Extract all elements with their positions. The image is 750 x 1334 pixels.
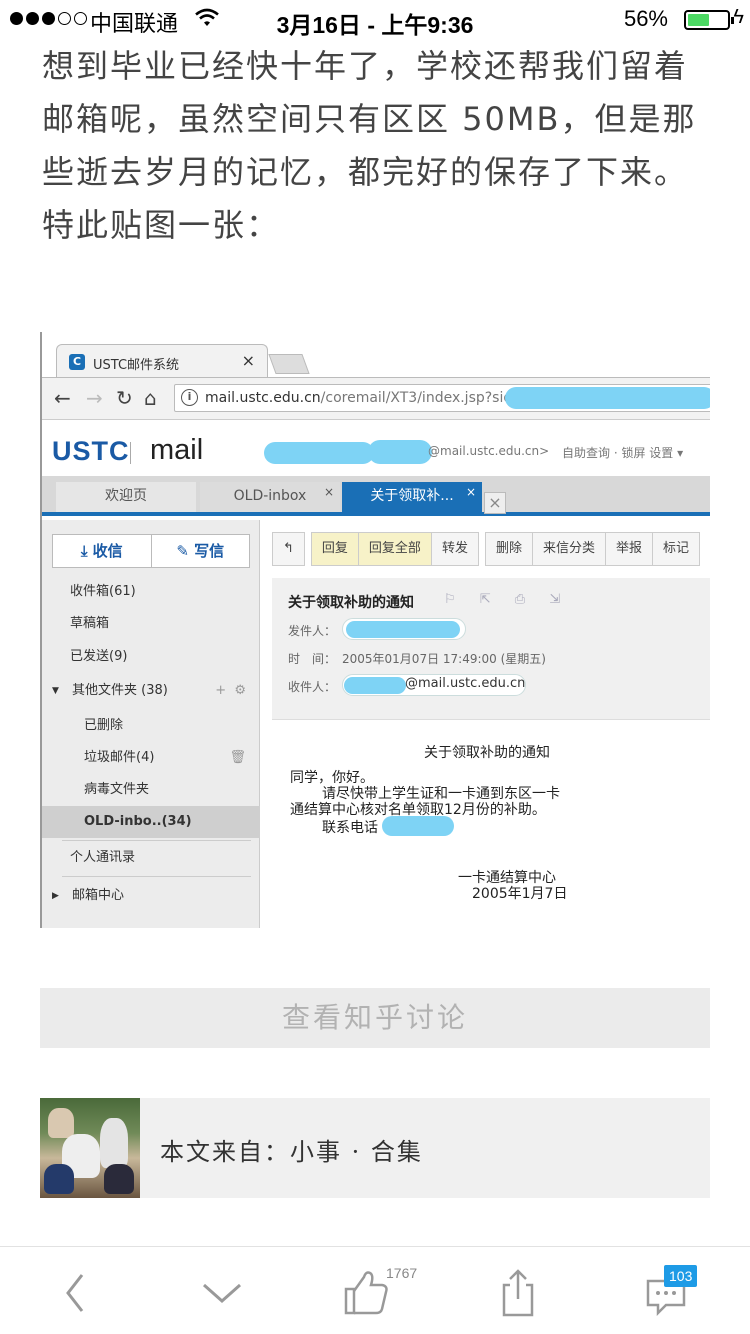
back-arrow-icon: ← xyxy=(54,386,71,410)
mail-header: USTC mail @mail.ustc.edu.cn> 自助查询 · 锁屏 设… xyxy=(42,420,710,476)
forward-arrow-icon: → xyxy=(86,386,103,410)
body-line: 同学，你好。 xyxy=(290,770,374,786)
body-line: 请尽快带上学生证和一卡通到东区一卡 xyxy=(322,786,560,802)
tab-old-inbox: OLD-inbox × xyxy=(200,482,340,512)
mark-button: 标记 xyxy=(653,532,701,566)
comment-count-badge: 103 xyxy=(664,1265,698,1287)
home-icon: ⌂ xyxy=(144,386,157,410)
compose-buttons: ⤓ 收信 ✎ 写信 xyxy=(52,534,250,568)
back-icon[interactable] xyxy=(46,1265,106,1317)
time-label: 时 间： xyxy=(288,652,337,666)
message-pane: ↰ 回复 回复全部 转发 删除 来信分类 举报 标记 关于领取补助的通知 ⚐ ⇱… xyxy=(262,520,710,928)
message-header: 关于领取补助的通知 ⚐ ⇱ ⎙ ⇲ 发件人： 时 间： 2005年01月07日 … xyxy=(272,578,710,720)
source-text: 本文来自：小事 · 合集 xyxy=(160,1138,423,1166)
redaction-mark xyxy=(368,440,432,464)
share-icon[interactable] xyxy=(488,1265,548,1317)
classify-button: 来信分类 xyxy=(532,532,606,566)
message-toolbar: ↰ 回复 回复全部 转发 删除 来信分类 举报 标记 xyxy=(272,532,701,566)
browser-tab-title: USTC邮件系统 xyxy=(93,358,180,373)
triangle-down-icon: ▼ xyxy=(52,686,59,696)
redaction-mark xyxy=(505,387,710,409)
browser-tab-bar: C USTC邮件系统 × xyxy=(42,332,710,379)
article-text: 想到毕业已经快十年了，学校还帮我们留着 邮箱呢，虽然空间只有区区 50MB，但是… xyxy=(42,14,722,252)
time-value: 2005年01月07日 17:49:00 (星期五) xyxy=(342,652,546,666)
add-gear-icon: + ⚙ xyxy=(215,683,246,698)
folder-spam: 垃圾邮件(4) 🗑 xyxy=(42,742,260,774)
redaction-mark xyxy=(264,442,374,464)
message-action-icons: ⚐ ⇱ ⎙ ⇲ xyxy=(444,592,571,607)
user-email: @mail.ustc.edu.cn> xyxy=(428,444,550,458)
redaction-mark xyxy=(346,621,460,638)
report-button: 举报 xyxy=(605,532,653,566)
tab-message: 关于领取补... × xyxy=(342,482,482,512)
logo-mail: mail xyxy=(150,434,204,466)
url-host: mail.ustc.edu.cn xyxy=(205,390,321,406)
reply-button: 回复 xyxy=(310,532,359,566)
close-icon: × xyxy=(465,485,476,499)
signature-date: 2005年1月7日 xyxy=(472,886,568,902)
folder-virus: 病毒文件夹 xyxy=(84,782,150,797)
article-line: 想到毕业已经快十年了，学校还帮我们留着 xyxy=(42,47,689,85)
source-card[interactable]: 本文来自：小事 · 合集 xyxy=(40,1098,710,1198)
charging-icon: ϟ xyxy=(733,6,744,28)
trash-icon: 🗑 xyxy=(229,750,246,765)
reply-all-button: 回复全部 xyxy=(358,532,432,566)
article-line: 些逝去岁月的记忆，都完好的保存了下来。 xyxy=(42,153,689,191)
battery-icon xyxy=(684,10,734,30)
body-line: 联系电话 xyxy=(322,820,378,836)
browser-tab: C USTC邮件系统 × xyxy=(56,344,268,379)
folder-drafts: 草稿箱 xyxy=(70,616,110,631)
close-icon: × xyxy=(323,485,334,499)
close-icon: × xyxy=(241,351,255,370)
like-count: 1767 xyxy=(386,1265,418,1281)
bottom-toolbar: 1767 103 xyxy=(0,1246,750,1334)
close-icon: × xyxy=(484,492,506,514)
write-button: ✎ 写信 xyxy=(150,535,250,567)
folder-old-inbox: OLD-inbo..(34) xyxy=(42,806,260,838)
body-title: 关于领取补助的通知 xyxy=(424,745,550,761)
message-subject: 关于领取补助的通知 xyxy=(288,595,414,611)
article-line: 特此贴图一张： xyxy=(42,206,281,244)
status-bar: 中国联通 3月16日 - 上午9:36 56% ϟ xyxy=(0,0,750,40)
reload-icon: ↻ xyxy=(116,386,133,410)
address-bar: ← → ↻ ⌂ i mail.ustc.edu.cn/coremail/XT3/… xyxy=(42,378,710,420)
forward-button: 转发 xyxy=(431,532,479,566)
folder-contacts: 个人通讯录 xyxy=(70,850,136,865)
folder-mailbox-center: ▶ 邮箱中心 xyxy=(42,880,260,912)
url-field: i mail.ustc.edu.cn/coremail/XT3/index.js… xyxy=(174,384,710,412)
chevron-down-icon[interactable] xyxy=(192,1265,252,1317)
receive-button: ⤓ 收信 xyxy=(80,542,123,560)
favicon-icon: C xyxy=(69,354,85,370)
recipient-address: @mail.ustc.edu.cn xyxy=(405,676,526,691)
folder-other: ▼ 其他文件夹 (38) + ⚙ xyxy=(42,675,260,707)
info-icon: i xyxy=(181,389,198,406)
folder-inbox: 收件箱(61) xyxy=(70,584,136,599)
redaction-mark xyxy=(382,816,454,836)
article-line: 邮箱呢，虽然空间只有区区 50MB，但是那 xyxy=(42,100,697,138)
new-tab-icon xyxy=(268,354,310,374)
collection-thumbnail xyxy=(40,1098,140,1198)
url-path: /coremail/XT3/index.jsp?sid= xyxy=(320,390,524,406)
sender-label: 发件人： xyxy=(288,624,337,638)
mail-tabs: 欢迎页 OLD-inbox × 关于领取补... × × xyxy=(42,476,710,516)
recipient-label: 收件人： xyxy=(288,680,337,694)
folder-deleted: 已删除 xyxy=(84,718,124,733)
folder-sent: 已发送(9) xyxy=(70,649,128,664)
delete-button: 删除 xyxy=(484,532,533,566)
embedded-screenshot: C USTC邮件系统 × ← → ↻ ⌂ i mail.ustc.edu.cn/… xyxy=(40,332,710,928)
battery-percent: 56% xyxy=(623,6,668,31)
redaction-mark xyxy=(344,677,406,694)
view-discussion-button[interactable]: 查看知乎讨论 xyxy=(40,988,710,1048)
tab-welcome: 欢迎页 xyxy=(56,482,196,512)
back-icon: ↰ xyxy=(272,532,305,566)
triangle-right-icon: ▶ xyxy=(52,891,59,901)
header-links: 自助查询 · 锁屏 设置 ▾ xyxy=(562,446,684,460)
logo-ustc: USTC xyxy=(52,436,130,466)
mail-sidebar: ⤓ 收信 ✎ 写信 收件箱(61) 草稿箱 已发送(9) ▼ 其他文件夹 (38)… xyxy=(42,520,260,928)
signature: 一卡通结算中心 xyxy=(458,870,556,886)
